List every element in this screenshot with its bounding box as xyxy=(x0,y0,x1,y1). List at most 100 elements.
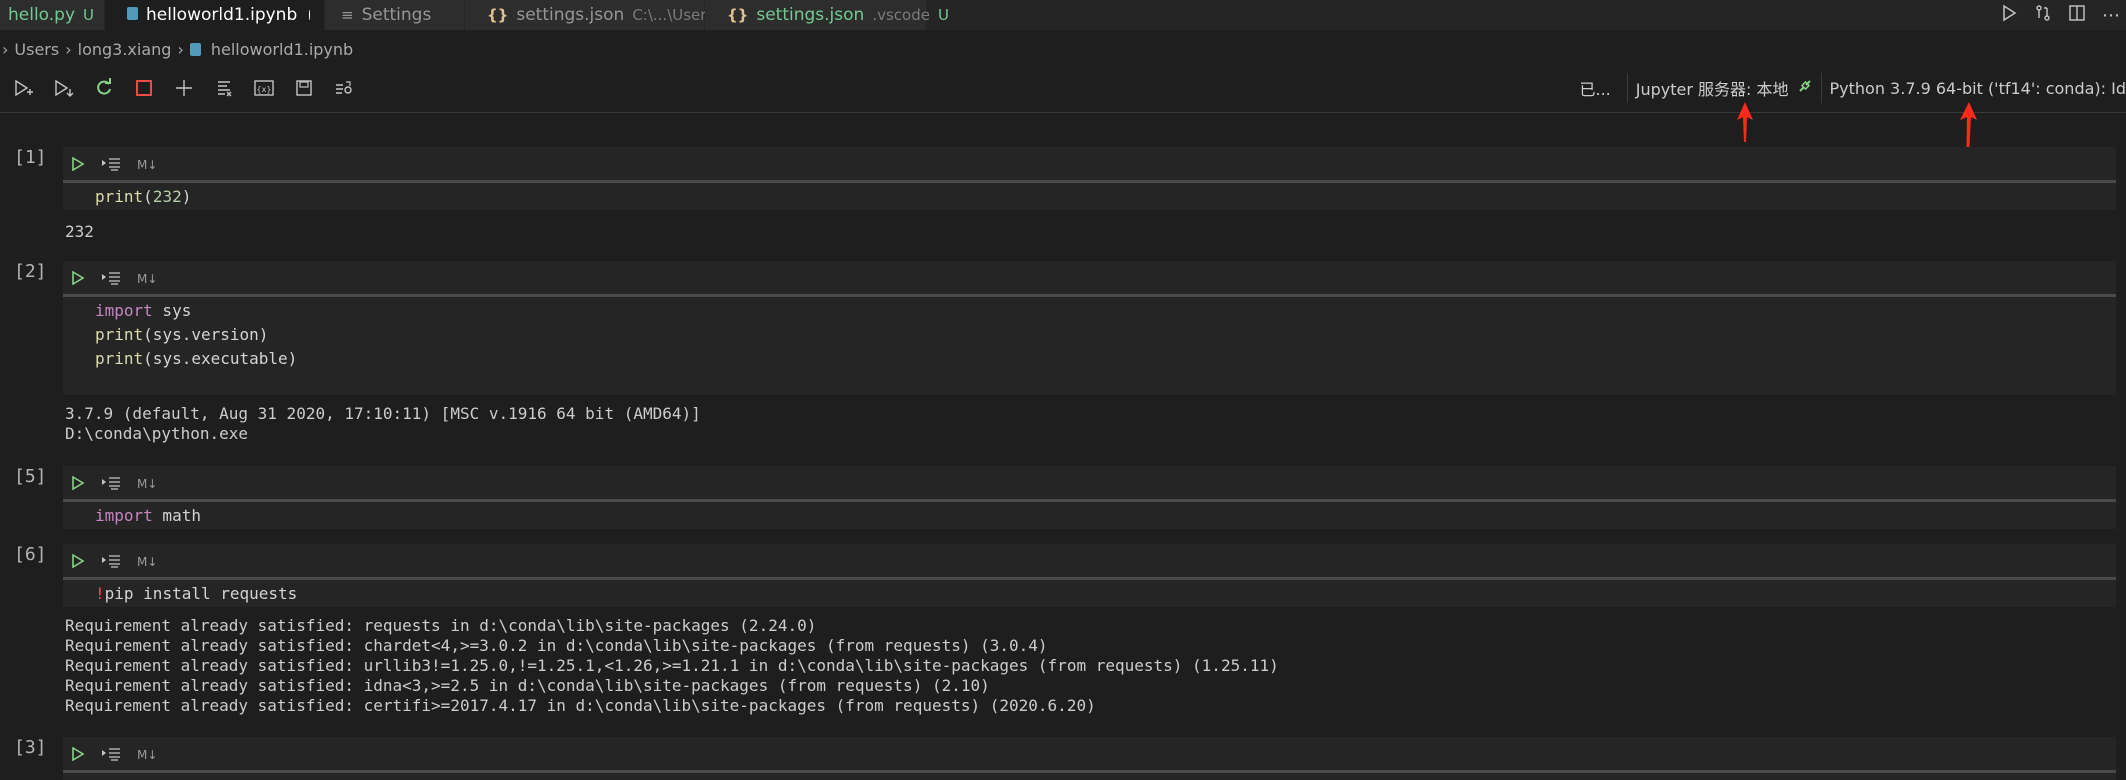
code-line: !pip install requests xyxy=(95,582,297,606)
run-by-line-icon[interactable] xyxy=(101,745,121,766)
code-token: ( xyxy=(143,187,153,206)
cell-code[interactable]: !pip install requests xyxy=(95,582,297,606)
untracked-badge: U xyxy=(83,6,95,24)
breadcrumb: › Users › long3.xiang › helloworld1.ipyn… xyxy=(0,38,353,60)
save-icon[interactable] xyxy=(284,73,324,103)
jupyter-server-label[interactable]: Jupyter 服务器: 本地 xyxy=(1636,76,1789,100)
code-token: (sys.version) xyxy=(143,325,269,344)
tab-label: settings.json xyxy=(756,5,865,25)
cell-output: 232 xyxy=(65,222,94,242)
code-line: import math xyxy=(95,504,201,528)
tab-label: hello.py xyxy=(8,5,76,25)
code-token: print xyxy=(95,325,144,344)
untracked-badge: U xyxy=(937,6,949,24)
output-line: D:\conda\python.exe xyxy=(65,424,249,443)
code-token: import xyxy=(95,506,153,525)
code-token: 232 xyxy=(152,187,182,206)
output-line: Requirement already satisfied: certifi>=… xyxy=(65,696,1096,715)
code-token: math xyxy=(152,506,201,525)
run-by-line-icon[interactable] xyxy=(101,552,121,573)
run-cell-icon[interactable] xyxy=(71,155,85,176)
connected-plug-icon xyxy=(1797,78,1813,98)
interrupt-kernel-icon[interactable] xyxy=(124,73,164,103)
code-cell-editor[interactable]: M↓ !pip install requests xyxy=(63,544,2116,607)
code-token: sys xyxy=(152,301,192,320)
annotation-arrow-icon xyxy=(1737,102,1753,142)
tab-description: C:\...\User xyxy=(632,6,707,24)
markdown-toggle[interactable]: M↓ xyxy=(137,158,157,172)
output-line: Requirement already satisfied: chardet<4… xyxy=(65,636,1048,655)
kernel-selector[interactable]: Python 3.7.9 64-bit ('tf14': conda): Id xyxy=(1830,79,2126,98)
cell-output: Requirement already satisfied: requests … xyxy=(65,616,1279,716)
cell-toolbar: M↓ xyxy=(71,264,157,294)
toolbar-divider xyxy=(0,112,2126,113)
json-icon: {} xyxy=(727,6,749,24)
markdown-toggle[interactable]: M↓ xyxy=(137,748,157,762)
cell-code[interactable]: import sys print(sys.version) print(sys.ex… xyxy=(95,299,297,371)
cell-code[interactable]: print(232) xyxy=(95,185,191,209)
code-cell-editor[interactable]: M↓ import sys print(sys.version) print(sys… xyxy=(63,261,2116,395)
run-all-icon[interactable] xyxy=(4,73,44,103)
output-line: Requirement already satisfied: requests … xyxy=(65,616,817,635)
cell-divider xyxy=(63,180,2116,183)
notebook-file-icon xyxy=(127,6,138,24)
code-token: print xyxy=(95,349,144,368)
execution-count: [6] xyxy=(14,544,47,565)
run-by-line-icon[interactable] xyxy=(101,155,121,176)
run-by-line-icon[interactable] xyxy=(101,269,121,290)
code-cell-editor[interactable]: M↓ print(232) xyxy=(63,147,2116,210)
divider xyxy=(1820,73,1822,103)
code-cell-editor[interactable]: M↓ import math xyxy=(63,466,2116,529)
chevron-right-icon: › xyxy=(2,39,9,59)
variables-icon[interactable]: {x} xyxy=(244,73,284,103)
cell-toolbar: M↓ xyxy=(71,547,157,577)
breadcrumb-user-folder[interactable]: long3.xiang xyxy=(78,40,172,59)
cell-divider xyxy=(63,770,2116,773)
cell-divider xyxy=(63,294,2116,297)
run-cell-icon[interactable] xyxy=(71,474,85,495)
tab-label: Settings xyxy=(361,5,432,25)
more-actions-icon[interactable]: ⋯ xyxy=(2102,5,2120,26)
run-cell-icon[interactable] xyxy=(71,269,85,290)
execution-count: [3] xyxy=(14,737,47,758)
notebook-file-icon xyxy=(189,42,201,56)
code-cell-editor[interactable]: M↓ xyxy=(63,737,2116,780)
tab-label: helloworld1.ipynb xyxy=(146,5,298,25)
settings-list-icon: ≡ xyxy=(341,6,354,24)
execution-count: [5] xyxy=(14,466,47,487)
tab-helloworld1-ipynb[interactable]: helloworld1.ipynb xyxy=(105,0,325,30)
trusted-indicator[interactable]: 已... xyxy=(1579,76,1610,100)
export-icon[interactable] xyxy=(324,73,364,103)
markdown-toggle[interactable]: M↓ xyxy=(137,555,157,569)
cell-divider xyxy=(63,577,2116,580)
compare-changes-icon[interactable] xyxy=(2034,4,2052,27)
tab-settings-json-vscode[interactable]: {} settings.json .vscode U xyxy=(705,0,949,30)
tab-hello-py[interactable]: hello.py U xyxy=(0,0,105,30)
code-line: print(sys.version) xyxy=(95,323,297,347)
unsaved-dot-icon[interactable] xyxy=(309,10,310,20)
cell-toolbar: M↓ xyxy=(71,469,157,499)
code-token: print xyxy=(95,187,144,206)
divider xyxy=(1626,73,1628,103)
breadcrumb-users[interactable]: Users xyxy=(14,40,59,59)
markdown-toggle[interactable]: M↓ xyxy=(137,272,157,286)
run-cell-icon[interactable] xyxy=(71,745,85,766)
restart-kernel-icon[interactable] xyxy=(84,73,124,103)
editor-tab-bar: hello.py U helloworld1.ipynb ≡ Settings … xyxy=(0,0,2126,30)
run-by-line-icon[interactable] xyxy=(101,474,121,495)
markdown-toggle[interactable]: M↓ xyxy=(137,477,157,491)
split-editor-icon[interactable] xyxy=(2068,4,2086,27)
svg-text:{x}: {x} xyxy=(257,85,272,94)
breadcrumb-file[interactable]: helloworld1.ipynb xyxy=(211,40,353,59)
run-cell-icon[interactable] xyxy=(71,552,85,573)
add-cell-icon[interactable] xyxy=(164,73,204,103)
tab-settings-json-user[interactable]: {} settings.json C:\...\User xyxy=(465,0,707,30)
clear-outputs-icon[interactable] xyxy=(204,73,244,103)
cell-code[interactable]: import math xyxy=(95,504,201,528)
run-icon[interactable] xyxy=(2000,4,2018,27)
run-below-icon[interactable] xyxy=(44,73,84,103)
chevron-right-icon: › xyxy=(177,39,184,59)
cell-divider xyxy=(63,499,2116,502)
code-token: ) xyxy=(181,187,192,206)
tab-settings[interactable]: ≡ Settings xyxy=(325,0,465,30)
